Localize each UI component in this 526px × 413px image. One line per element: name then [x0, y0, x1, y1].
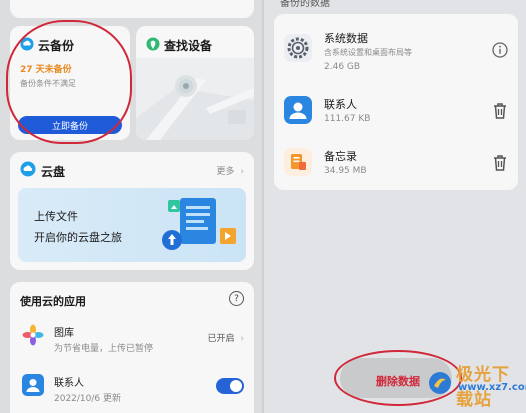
data-item-notes-size: 34.95 MB: [324, 166, 367, 176]
watermark: 极光下载站 www.xz7.com: [428, 360, 526, 410]
banner-line-1: 上传文件: [34, 210, 78, 223]
cloud-disk-icon: [20, 161, 36, 181]
more-label: 更多: [216, 167, 235, 177]
chevron-right-icon: ›: [240, 334, 244, 344]
data-item-system[interactable]: 系统数据 含系统设置和桌面布局等 2.46 GB: [274, 20, 518, 78]
app-row-contacts[interactable]: 联系人 2022/10/6 更新: [10, 364, 254, 412]
trash-icon[interactable]: [492, 154, 508, 176]
highlight-oval-backup: [6, 20, 132, 144]
file-upload-illustration-icon: [158, 194, 240, 262]
apps-section-title: 使用云的应用: [20, 295, 86, 308]
data-item-contacts[interactable]: 联系人 111.67 KB: [274, 82, 518, 140]
find-device-title-row: 查找设备: [146, 36, 212, 55]
banner-line-2: 开启你的云盘之旅: [34, 231, 122, 244]
notes-icon: [284, 148, 312, 180]
app-name-contacts: 联系人: [54, 378, 84, 389]
backup-data-list: 系统数据 含系统设置和桌面布局等 2.46 GB 联系人 111.67 KB 备…: [274, 14, 518, 190]
contacts-icon: [22, 374, 44, 400]
contacts-sync-toggle[interactable]: [216, 378, 244, 394]
data-item-notes[interactable]: 备忘录 34.95 MB: [274, 134, 518, 192]
device-map[interactable]: [136, 58, 254, 140]
location-pin-icon: [146, 36, 160, 55]
data-item-system-name: 系统数据: [324, 32, 368, 45]
app-status-gallery: 已开启 ›: [208, 331, 245, 344]
contacts-icon: [284, 96, 312, 128]
data-item-system-desc: 含系统设置和桌面布局等: [324, 48, 412, 57]
app-sub-contacts: 2022/10/6 更新: [54, 394, 122, 404]
cloud-disk-title: 云盘: [41, 164, 66, 179]
top-strip-left: [10, 0, 254, 18]
gallery-icon: [22, 324, 44, 350]
app-row-gallery[interactable]: 图库 为节省电量，上传已暂停 已开启 ›: [10, 314, 254, 362]
help-icon[interactable]: ?: [229, 291, 244, 306]
cloud-disk-more-link[interactable]: 更多 ›: [217, 164, 245, 177]
status-label: 已开启: [207, 334, 235, 344]
watermark-logo-icon: [428, 371, 452, 399]
upload-banner[interactable]: 上传文件 开启你的云盘之旅: [18, 188, 246, 262]
cloud-disk-header: 云盘: [20, 161, 65, 181]
chevron-right-icon: ›: [240, 167, 244, 177]
system-settings-icon: [284, 34, 312, 66]
find-device-card[interactable]: 查找设备: [136, 26, 254, 140]
app-name-gallery: 图库: [54, 328, 74, 339]
cloud-disk-card[interactable]: 云盘 更多 › 上传文件 开启你的云盘之旅: [10, 152, 254, 270]
data-item-contacts-size: 111.67 KB: [324, 114, 371, 124]
app-sub-gallery: 为节省电量，上传已暂停: [54, 344, 154, 354]
watermark-url: www.xz7.com: [458, 382, 526, 393]
data-item-notes-name: 备忘录: [324, 150, 357, 163]
apps-using-cloud-card: 使用云的应用 ? 图库 为节省电量，上传已暂停 已开启 › 联系人 2022/1…: [10, 282, 254, 413]
info-icon[interactable]: [492, 42, 508, 62]
data-item-system-size: 2.46 GB: [324, 62, 361, 72]
trash-icon[interactable]: [492, 102, 508, 124]
top-strip-right-label: 备份的数据: [280, 0, 330, 9]
data-item-contacts-name: 联系人: [324, 98, 357, 111]
find-device-title: 查找设备: [164, 39, 213, 53]
